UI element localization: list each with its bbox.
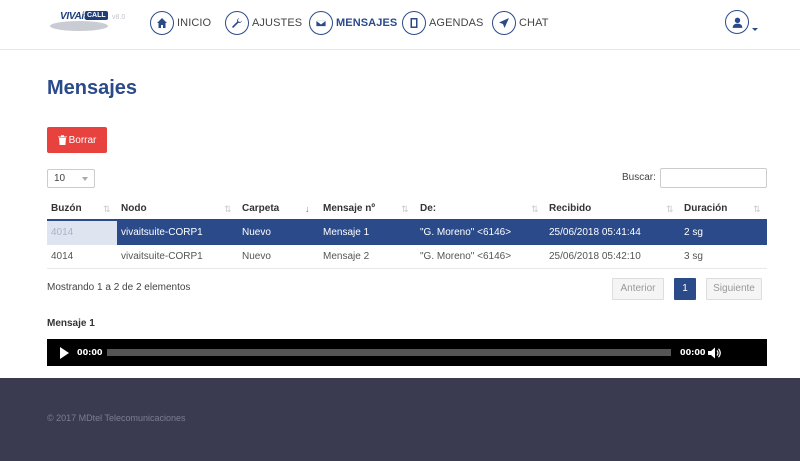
audio-player: 00:00 00:00 xyxy=(47,339,767,366)
nav-item-mensajes[interactable]: MENSAJES xyxy=(309,10,397,35)
sort-icon: ⇅ xyxy=(401,204,409,214)
page-length-value: 10 xyxy=(54,173,66,184)
logo-badge: CALL xyxy=(85,11,108,20)
sort-icon: ⇅ xyxy=(666,204,674,214)
current-time: 00:00 xyxy=(77,348,103,357)
cell-mensaje: Mensaje 2 xyxy=(323,251,370,262)
column-header-de[interactable]: De: xyxy=(420,197,436,221)
nav-item-label: CHAT xyxy=(519,16,549,29)
send-icon xyxy=(492,10,516,35)
footer: © 2017 MDtel Telecomunicaciones xyxy=(0,378,800,461)
sort-icon: ⇅ xyxy=(103,204,111,214)
column-header-nodo[interactable]: Nodo xyxy=(121,197,147,221)
home-icon xyxy=(150,10,174,35)
wrench-icon xyxy=(225,10,249,35)
user-icon[interactable] xyxy=(725,10,749,34)
player-title: Mensaje 1 xyxy=(47,318,95,329)
prev-page-button[interactable]: Anterior xyxy=(612,278,664,300)
table-row[interactable]: 4014 vivaitsuite-CORP1 Nuevo Mensaje 2 "… xyxy=(47,245,767,269)
cell-recibido: 25/06/2018 05:42:10 xyxy=(549,251,641,262)
table-info: Mostrando 1 a 2 de 2 elementos xyxy=(47,282,191,293)
page-button-1[interactable]: 1 xyxy=(674,278,696,300)
cell-duracion: 3 sg xyxy=(684,251,703,262)
sort-icon: ⇅ xyxy=(753,204,761,214)
column-header-carpeta[interactable]: Carpeta xyxy=(242,197,279,221)
sort-icon: ⇅ xyxy=(224,204,232,214)
chevron-down-icon[interactable] xyxy=(752,28,758,31)
nav-item-label: AGENDAS xyxy=(429,16,484,29)
trash-icon xyxy=(57,135,67,145)
messages-table: Buzón ⇅ Nodo ⇅ Carpeta ↓ Mensaje nº ⇅ De… xyxy=(47,197,767,269)
brand-logo[interactable]: VIVAit CALL v8.0 xyxy=(50,9,125,31)
play-icon[interactable] xyxy=(60,347,69,359)
column-header-mensaje[interactable]: Mensaje nº xyxy=(323,197,375,221)
cell-carpeta: Nuevo xyxy=(242,251,271,262)
page-length-select[interactable]: 10 xyxy=(47,169,95,188)
cell-recibido: 25/06/2018 05:41:44 xyxy=(549,227,641,238)
nav-item-label: AJUSTES xyxy=(252,16,303,29)
logo-swoosh xyxy=(50,21,108,31)
nav-item-chat[interactable]: CHAT xyxy=(492,10,549,35)
volume-icon[interactable] xyxy=(708,346,722,359)
delete-button[interactable]: Borrar xyxy=(47,127,107,153)
cell-buzon: 4014 xyxy=(51,251,74,262)
seek-bar[interactable] xyxy=(107,349,671,356)
chevron-down-icon xyxy=(82,177,88,181)
column-header-duracion[interactable]: Duración xyxy=(684,197,727,221)
envelope-icon xyxy=(309,10,333,35)
cell-buzon: 4014 xyxy=(51,227,74,238)
sort-desc-icon: ↓ xyxy=(305,204,310,214)
column-header-recibido[interactable]: Recibido xyxy=(549,197,591,221)
cell-carpeta: Nuevo xyxy=(242,227,271,238)
page-title: Mensajes xyxy=(47,77,138,99)
cell-de: "G. Moreno" <6146> xyxy=(420,227,512,238)
nav-item-ajustes[interactable]: AJUSTES xyxy=(225,10,302,35)
nav-item-inicio[interactable]: INICIO xyxy=(150,10,211,35)
logo-text: VIVAit xyxy=(60,11,87,22)
delete-button-label: Borrar xyxy=(68,134,97,146)
cell-de: "G. Moreno" <6146> xyxy=(420,251,512,262)
nav-item-label: INICIO xyxy=(177,16,212,29)
logo-version: v8.0 xyxy=(112,14,126,21)
cell-nodo: vivaitsuite-CORP1 xyxy=(121,251,203,262)
cell-mensaje: Mensaje 1 xyxy=(323,227,370,238)
nav-item-label: MENSAJES xyxy=(336,16,398,29)
search-label: Buscar: xyxy=(622,172,656,183)
cell-nodo: vivaitsuite-CORP1 xyxy=(121,227,203,238)
search-input[interactable] xyxy=(660,168,767,188)
sort-icon: ⇅ xyxy=(531,204,539,214)
book-icon xyxy=(402,10,426,35)
copyright-text: © 2017 MDtel Telecomunicaciones xyxy=(47,413,186,423)
table-header: Buzón ⇅ Nodo ⇅ Carpeta ↓ Mensaje nº ⇅ De… xyxy=(47,197,767,221)
next-page-button[interactable]: Siguiente xyxy=(706,278,762,300)
column-header-buzon[interactable]: Buzón xyxy=(51,197,82,221)
nav-item-agendas[interactable]: AGENDAS xyxy=(402,10,484,35)
duration-time: 00:00 xyxy=(680,348,706,357)
table-row[interactable]: 4014 vivaitsuite-CORP1 Nuevo Mensaje 1 "… xyxy=(47,221,767,245)
cell-duracion: 2 sg xyxy=(684,227,703,238)
top-navbar: VIVAit CALL v8.0 INICIO AJUSTES MENSAJES… xyxy=(0,0,800,50)
